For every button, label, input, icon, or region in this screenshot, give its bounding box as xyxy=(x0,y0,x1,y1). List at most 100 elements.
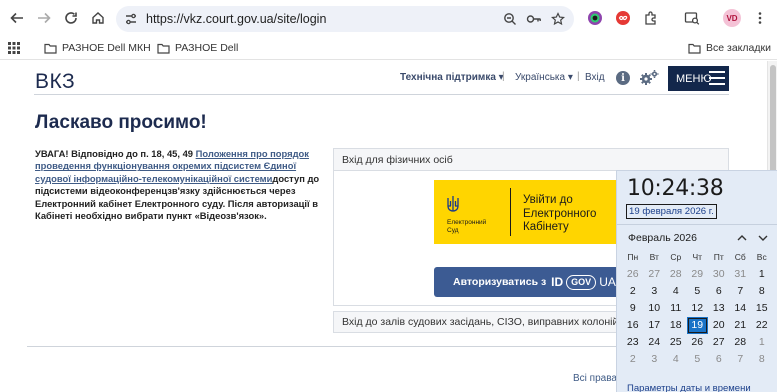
trident-icon xyxy=(447,196,459,212)
language-selector[interactable]: Українська ▾ xyxy=(515,72,573,83)
infinity-extension-icon[interactable] xyxy=(614,9,632,27)
weekday-label: Пт xyxy=(713,252,724,262)
apps-grid-icon[interactable] xyxy=(8,40,25,56)
chevron-down-icon[interactable] xyxy=(756,231,770,245)
calendar-day[interactable]: 24 xyxy=(644,334,666,351)
calendar-day[interactable]: 1 xyxy=(751,266,773,283)
calendar-day[interactable]: 13 xyxy=(708,300,730,317)
idgov-login-button[interactable]: Авторизуватись з ID GOV UA xyxy=(434,267,626,297)
calendar-day[interactable]: 17 xyxy=(644,317,666,334)
calendar-day[interactable]: 12 xyxy=(687,300,709,317)
idgov-logo-ua: UA xyxy=(599,275,616,289)
calendar-day[interactable]: 20 xyxy=(708,317,730,334)
calendar-day[interactable]: 2 xyxy=(622,283,644,300)
main-menu-button[interactable]: МЕНЮ xyxy=(668,66,729,91)
calendar-day[interactable]: 5 xyxy=(687,283,709,300)
calendar-day[interactable]: 2 xyxy=(622,351,644,368)
site-settings-icon[interactable] xyxy=(122,10,140,28)
forward-button[interactable] xyxy=(33,7,55,29)
extensions-puzzle-icon[interactable] xyxy=(642,9,660,27)
calendar-day[interactable]: 27 xyxy=(708,334,730,351)
login-link[interactable]: Вхід xyxy=(585,72,605,83)
current-date-link[interactable]: 19 февраля 2026 г. xyxy=(626,204,717,219)
all-bookmarks-folder[interactable]: Все закладки xyxy=(688,40,771,56)
ecourt-button-text: Увійти до Електронного Кабінету xyxy=(523,194,596,235)
calendar-day[interactable]: 14 xyxy=(730,300,752,317)
calendar-day[interactable]: 10 xyxy=(644,300,666,317)
calendar-day[interactable]: 6 xyxy=(708,283,730,300)
calendar-day[interactable]: 3 xyxy=(644,283,666,300)
folder-icon xyxy=(157,43,170,54)
arrow-left-icon xyxy=(10,12,23,24)
calendar-day[interactable]: 26 xyxy=(687,334,709,351)
ecourt-text-line: Увійти до xyxy=(523,194,573,206)
chevron-up-icon[interactable] xyxy=(735,231,749,245)
color-extension-icon[interactable] xyxy=(586,9,604,27)
url-text[interactable]: https://vkz.court.gov.ua/site/login xyxy=(146,6,326,32)
bookmarks-bar: РАЗНОЕ Dell МКН РАЗНОЕ Dell Все закладки xyxy=(0,36,777,60)
browser-toolbar: https://vkz.court.gov.ua/site/login VD xyxy=(0,0,777,36)
calendar-day[interactable]: 30 xyxy=(708,266,730,283)
calendar-month-label[interactable]: Февраль 2026 xyxy=(628,232,697,244)
calendar-day-today[interactable]: 19 xyxy=(686,317,708,334)
calendar-day[interactable]: 3 xyxy=(644,351,666,368)
ecourt-brand-line: Електронний xyxy=(447,219,487,226)
calendar-day[interactable]: 5 xyxy=(687,351,709,368)
info-icon[interactable]: i xyxy=(616,71,630,85)
calendar-day[interactable]: 6 xyxy=(708,351,730,368)
weekday-label: Пн xyxy=(627,252,639,262)
calendar-week-row: 26 27 28 29 30 31 1 xyxy=(622,266,776,283)
calendar-day[interactable]: 23 xyxy=(622,334,644,351)
calendar-day[interactable]: 28 xyxy=(665,266,687,283)
calendar-day[interactable]: 18 xyxy=(665,317,687,334)
more-menu-icon[interactable] xyxy=(751,9,769,27)
idgov-logo-id: ID xyxy=(551,275,564,289)
calendar-week-row: 23 24 25 26 27 28 1 xyxy=(622,334,776,351)
calendar-day[interactable]: 4 xyxy=(665,351,687,368)
bookmark-folder-dell-mkn[interactable]: РАЗНОЕ Dell МКН xyxy=(44,40,151,56)
calendar-day[interactable]: 1 xyxy=(751,334,773,351)
media-search-icon[interactable] xyxy=(683,9,701,27)
calendar-day[interactable]: 21 xyxy=(730,317,752,334)
zoom-icon[interactable] xyxy=(501,10,519,28)
ecourt-text-line: Електронного xyxy=(523,207,597,220)
password-key-icon[interactable] xyxy=(525,10,543,28)
profile-avatar[interactable]: VD xyxy=(723,9,741,27)
support-menu[interactable]: Технічна підтримка ▾ xyxy=(400,72,504,83)
calendar-day[interactable]: 26 xyxy=(622,266,644,283)
calendar-day[interactable]: 4 xyxy=(665,283,687,300)
calendar-day[interactable]: 8 xyxy=(751,283,773,300)
calendar-day[interactable]: 16 xyxy=(622,317,644,334)
calendar-day[interactable]: 7 xyxy=(730,351,752,368)
calendar-day[interactable]: 15 xyxy=(751,300,773,317)
calendar-day[interactable]: 25 xyxy=(665,334,687,351)
calendar-day[interactable]: 29 xyxy=(687,266,709,283)
login-panel-title: Вхід для фізичних осіб xyxy=(334,149,728,171)
address-bar[interactable]: https://vkz.court.gov.ua/site/login xyxy=(116,6,574,32)
reload-button[interactable] xyxy=(60,7,82,29)
ecourt-login-button[interactable]: Електронний Суд Увійти до Електронного К… xyxy=(434,180,626,244)
calendar-day[interactable]: 28 xyxy=(730,334,752,351)
date-time-settings-link[interactable]: Параметры даты и времени xyxy=(627,383,751,392)
clock-time: 10:24:38 xyxy=(627,176,724,201)
calendar-day[interactable]: 27 xyxy=(644,266,666,283)
bookmark-star-icon[interactable] xyxy=(549,10,567,28)
calendar-day[interactable]: 31 xyxy=(730,266,752,283)
back-button[interactable] xyxy=(6,7,28,29)
weekday-label: Вс xyxy=(756,252,767,262)
calendar-day[interactable]: 8 xyxy=(751,351,773,368)
settings-gears-icon[interactable] xyxy=(639,69,659,87)
calendar-day[interactable]: 7 xyxy=(730,283,752,300)
bookmark-folder-dell[interactable]: РАЗНОЕ Dell xyxy=(157,40,238,56)
home-icon xyxy=(92,12,104,24)
notice-prefix: УВАГА! Відповідно до п. 18, 45, 49 xyxy=(35,148,196,159)
calendar-day[interactable]: 9 xyxy=(622,300,644,317)
home-button[interactable] xyxy=(87,7,109,29)
ecourt-text-line: Кабінету xyxy=(523,221,569,233)
calendar-day[interactable]: 22 xyxy=(751,317,773,334)
calendar-week-row: 9 10 11 12 13 14 15 xyxy=(622,300,776,317)
scrollbar-thumb[interactable] xyxy=(770,65,776,175)
calendar-day[interactable]: 11 xyxy=(665,300,687,317)
weekday-label: Ср xyxy=(670,252,682,262)
site-logo[interactable]: ВКЗ xyxy=(35,70,75,94)
